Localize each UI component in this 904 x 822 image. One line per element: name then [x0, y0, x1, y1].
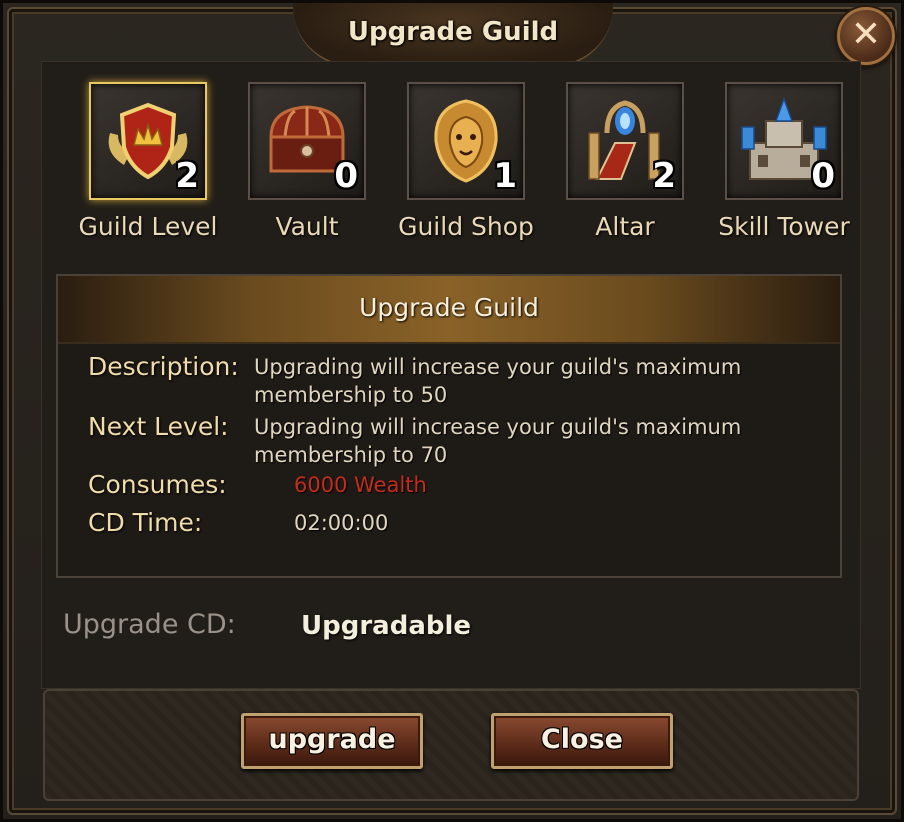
building-count: 0 [334, 156, 358, 196]
cd-time-label: CD Time: [88, 508, 203, 537]
description-label: Description: [88, 352, 239, 381]
upgrade-guild-window: Upgrade Guild ✕ 2 Guild Level 0 Vault 1 … [0, 0, 904, 822]
building-list: 2 Guild Level 0 Vault 1 Guild Shop 2 Alt… [64, 82, 850, 262]
building-label: Altar [595, 212, 655, 241]
building-tile[interactable]: 0 [725, 82, 843, 200]
next-level-label: Next Level: [88, 412, 229, 441]
building-label: Vault [275, 212, 339, 241]
building-label: Skill Tower [718, 212, 850, 241]
window-title: Upgrade Guild [347, 17, 559, 47]
close-icon[interactable]: ✕ [837, 7, 895, 65]
building-tile[interactable]: 2 [566, 82, 684, 200]
building-tile[interactable]: 2 [89, 82, 207, 200]
consumes-label: Consumes: [88, 470, 227, 499]
building-label: Guild Shop [398, 212, 534, 241]
building-count: 2 [652, 156, 676, 196]
upgrade-info-panel: Upgrade Guild Description: Upgrading wil… [56, 274, 842, 578]
title-bar: Upgrade Guild [293, 3, 613, 67]
button-bar: upgrade Close [43, 689, 859, 801]
upgrade-button[interactable]: upgrade [241, 713, 423, 769]
description-line-2: membership to 50 [254, 383, 448, 407]
building-count: 0 [811, 156, 835, 196]
building-count: 2 [175, 156, 199, 196]
panel-header: Upgrade Guild [58, 276, 840, 344]
consumes-value: 6000 Wealth [294, 473, 427, 497]
next-level-line-1: Upgrading will increase your guild's max… [254, 415, 742, 439]
next-level-line-2: membership to 70 [254, 443, 448, 467]
description-line-1: Upgrading will increase your guild's max… [254, 355, 742, 379]
building-vault[interactable]: 0 Vault [227, 82, 387, 262]
upgrade-cd-status: Upgradable [301, 611, 472, 641]
panel-title: Upgrade Guild [359, 293, 539, 322]
building-guild-shop[interactable]: 1 Guild Shop [386, 82, 546, 262]
building-skill-tower[interactable]: 0 Skill Tower [704, 82, 864, 262]
building-guild-level[interactable]: 2 Guild Level [68, 82, 228, 262]
upgrade-cd-row: Upgrade CD: Upgradable [63, 609, 763, 649]
upgrade-cd-label: Upgrade CD: [63, 609, 236, 640]
building-tile[interactable]: 1 [407, 82, 525, 200]
building-count: 1 [493, 156, 517, 196]
building-altar[interactable]: 2 Altar [545, 82, 705, 262]
cd-time-value: 02:00:00 [294, 511, 389, 535]
close-button[interactable]: Close [491, 713, 673, 769]
building-label: Guild Level [78, 212, 218, 241]
building-tile[interactable]: 0 [248, 82, 366, 200]
main-content: 2 Guild Level 0 Vault 1 Guild Shop 2 Alt… [41, 61, 861, 689]
